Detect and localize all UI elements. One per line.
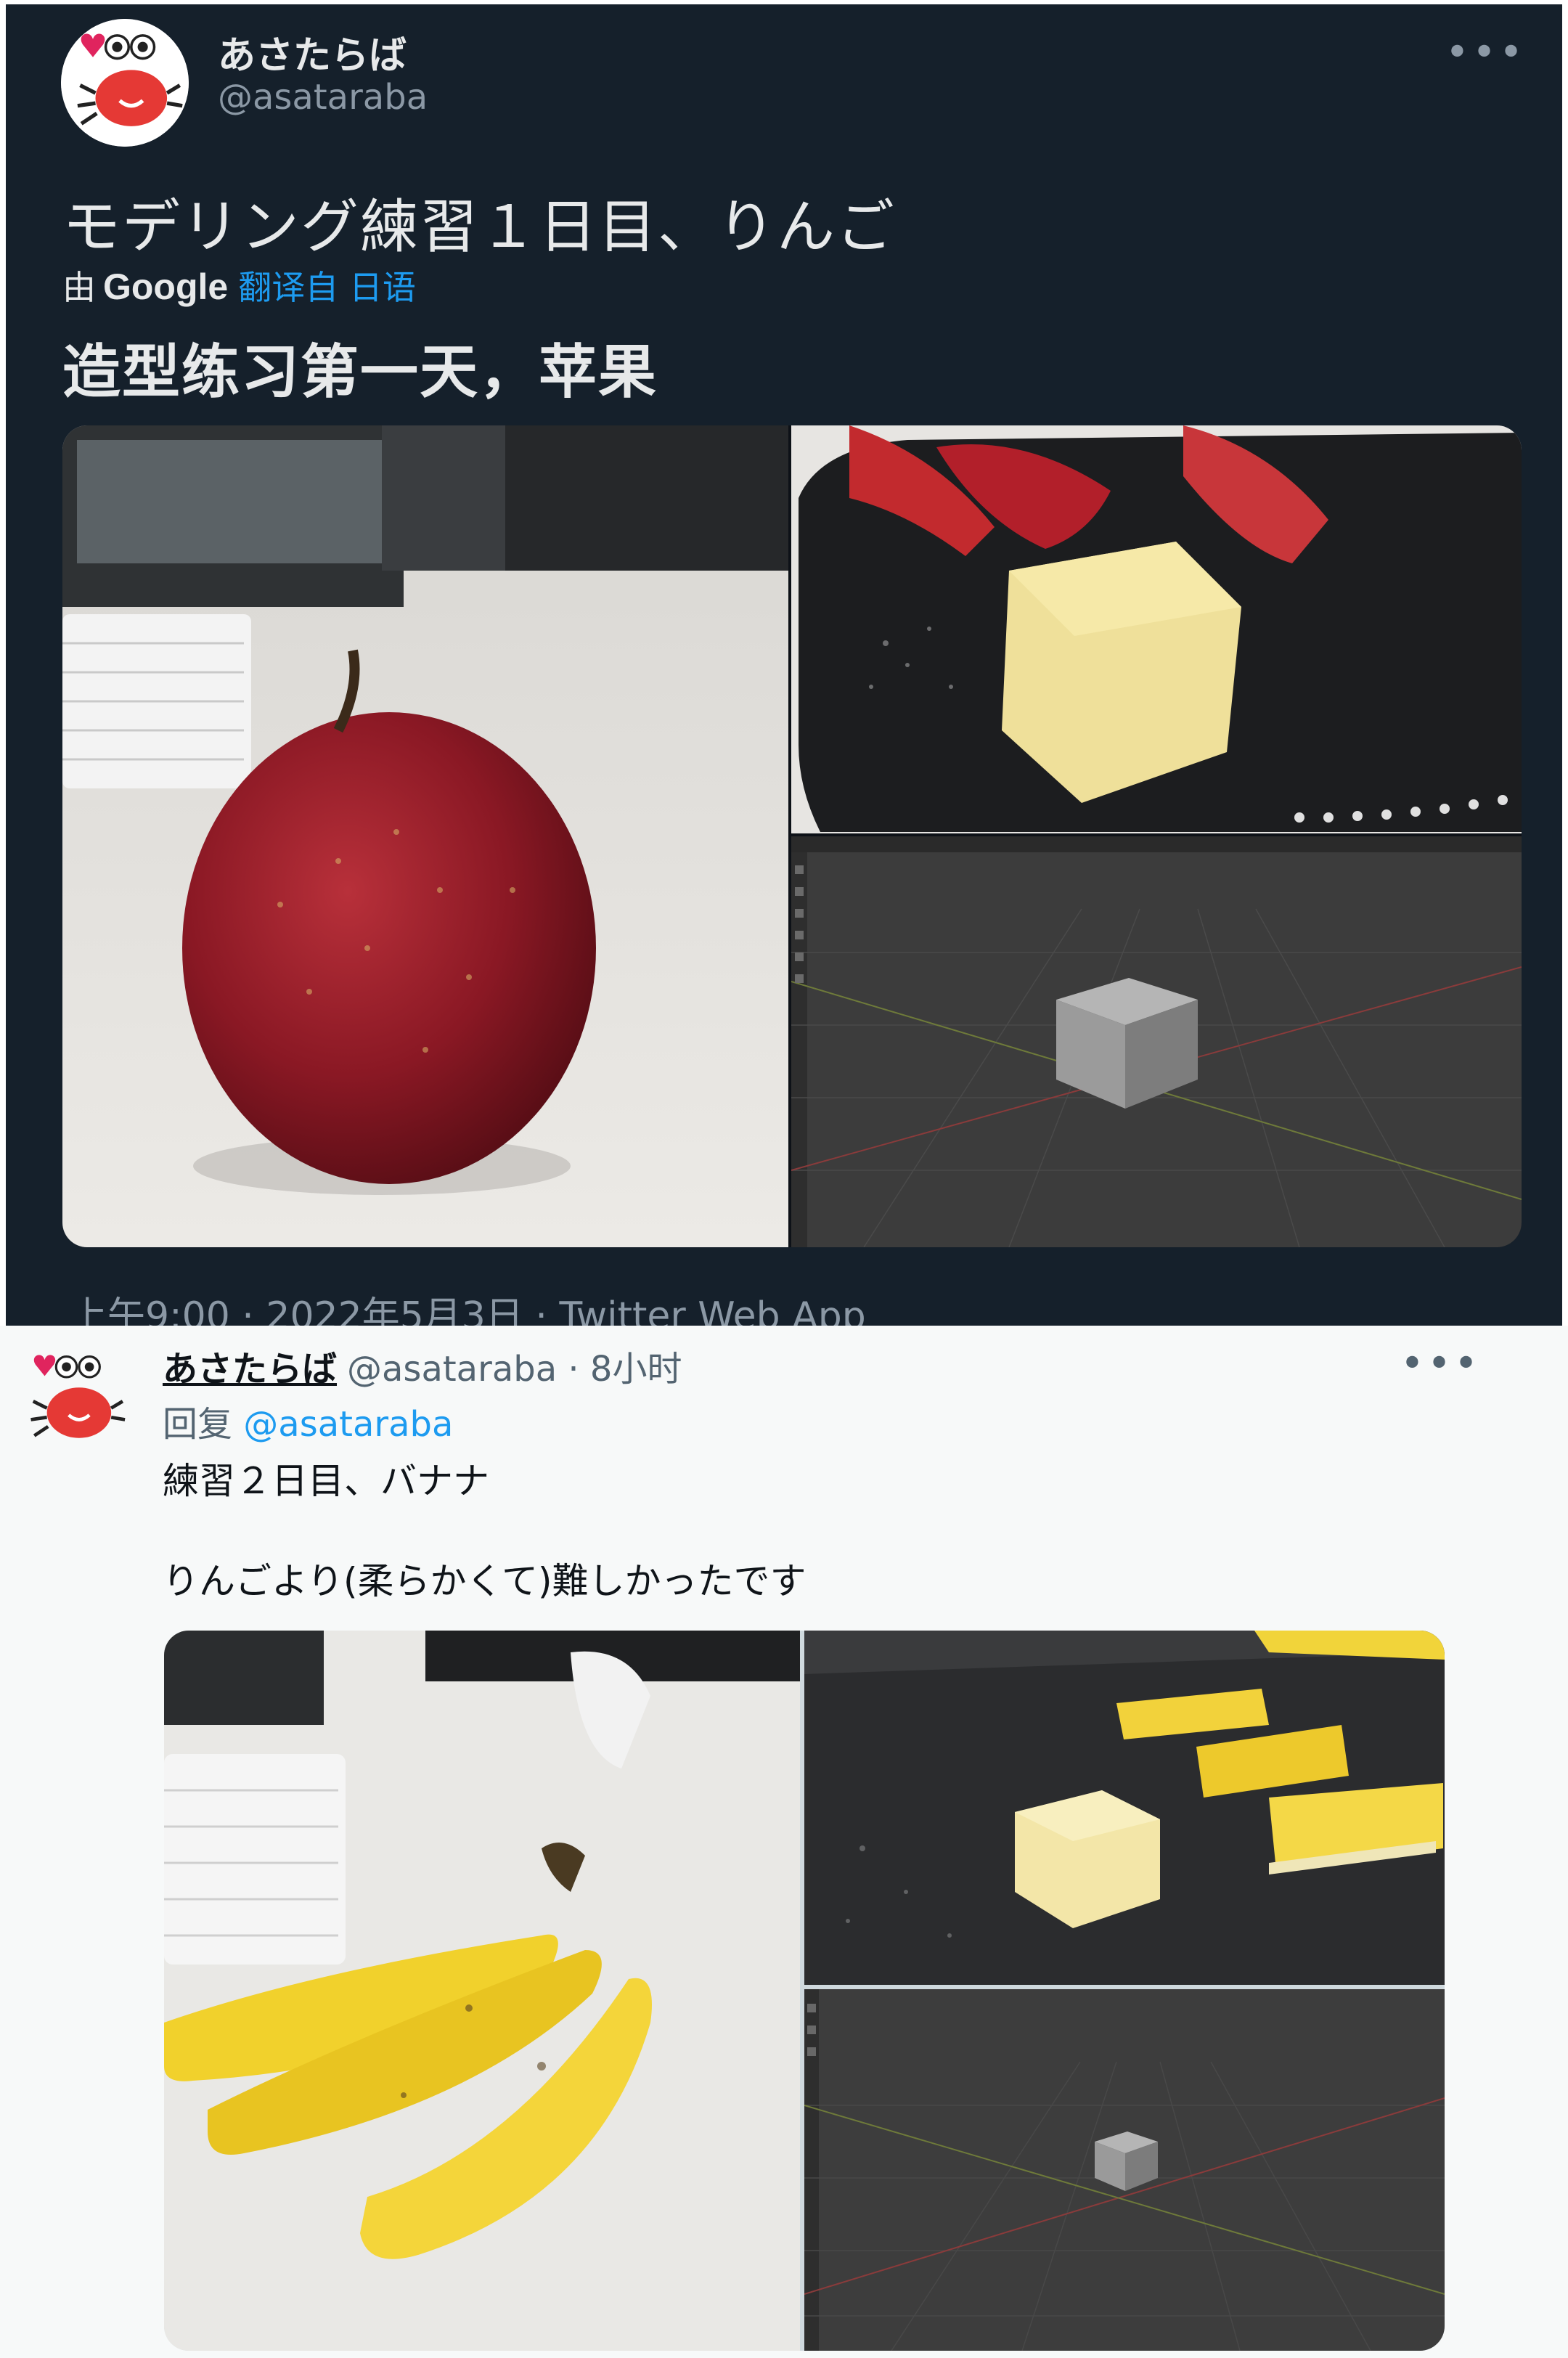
red-apple-photo[interactable] [62, 425, 788, 1247]
crab-avatar-icon [30, 1355, 126, 1438]
blender-cube-render[interactable] [791, 836, 1522, 1247]
more-horizontal-icon[interactable]: ••• [1400, 1340, 1481, 1387]
translation-prefix: 由 [62, 268, 96, 307]
mention-link[interactable]: @asataraba [243, 1404, 453, 1445]
user-handle[interactable]: @asataraba [218, 77, 428, 118]
tweet-text-line: 練習２日目、バナナ [163, 1460, 489, 1502]
media-grid [164, 1631, 1445, 2351]
tweet-time[interactable]: · 8小时 [568, 1349, 682, 1390]
reply-header: あさたらば @asataraba · 8小时 [163, 1340, 682, 1391]
screenshot-border [0, 0, 1568, 4]
screenshot-border [1562, 0, 1568, 1326]
avatar[interactable] [61, 19, 189, 147]
replying-to: 回复 @asataraba [163, 1395, 453, 1446]
banana-bunch-photo[interactable] [164, 1631, 800, 2351]
original-tweet: あさたらば @asataraba ••• モデリング練習１日目、りんご 由 Goo… [0, 0, 1568, 1326]
translated-text: 造型练习第一天，苹果 [62, 338, 658, 406]
screenshot-border [0, 0, 6, 1326]
display-name[interactable]: あさたらば [163, 1349, 337, 1390]
media-grid [62, 425, 1522, 1247]
reply-tweet: あさたらば @asataraba · 8小时 ••• 回复 @asataraba … [0, 1326, 1568, 2358]
user-handle[interactable]: @asataraba [347, 1349, 557, 1390]
google-logo-text: Google [103, 266, 229, 307]
tweet-text: モデリング練習１日目、りんご [62, 193, 896, 261]
translated-from-link[interactable]: 翻译自 日语 [238, 268, 416, 307]
translation-attribution: 由 Google 翻译自 日语 [62, 261, 425, 309]
avatar[interactable] [16, 1342, 131, 1456]
display-name[interactable]: あさたらば [218, 25, 407, 79]
tweet-text-line: りんごより(柔らかくて)難しかったです [163, 1560, 807, 1602]
cut-apple-cube-photo[interactable] [791, 425, 1522, 833]
blender-small-cube-render[interactable] [804, 1989, 1445, 2351]
replying-prefix: 回复 [163, 1404, 233, 1445]
tweet-timestamp[interactable]: 上午9:00 · 2022年5月3日 · Twitter Web App [70, 1285, 866, 1326]
banana-cube-photo[interactable] [804, 1631, 1445, 1985]
crab-avatar-icon [61, 19, 189, 147]
more-horizontal-icon[interactable]: ••• [1445, 29, 1526, 76]
